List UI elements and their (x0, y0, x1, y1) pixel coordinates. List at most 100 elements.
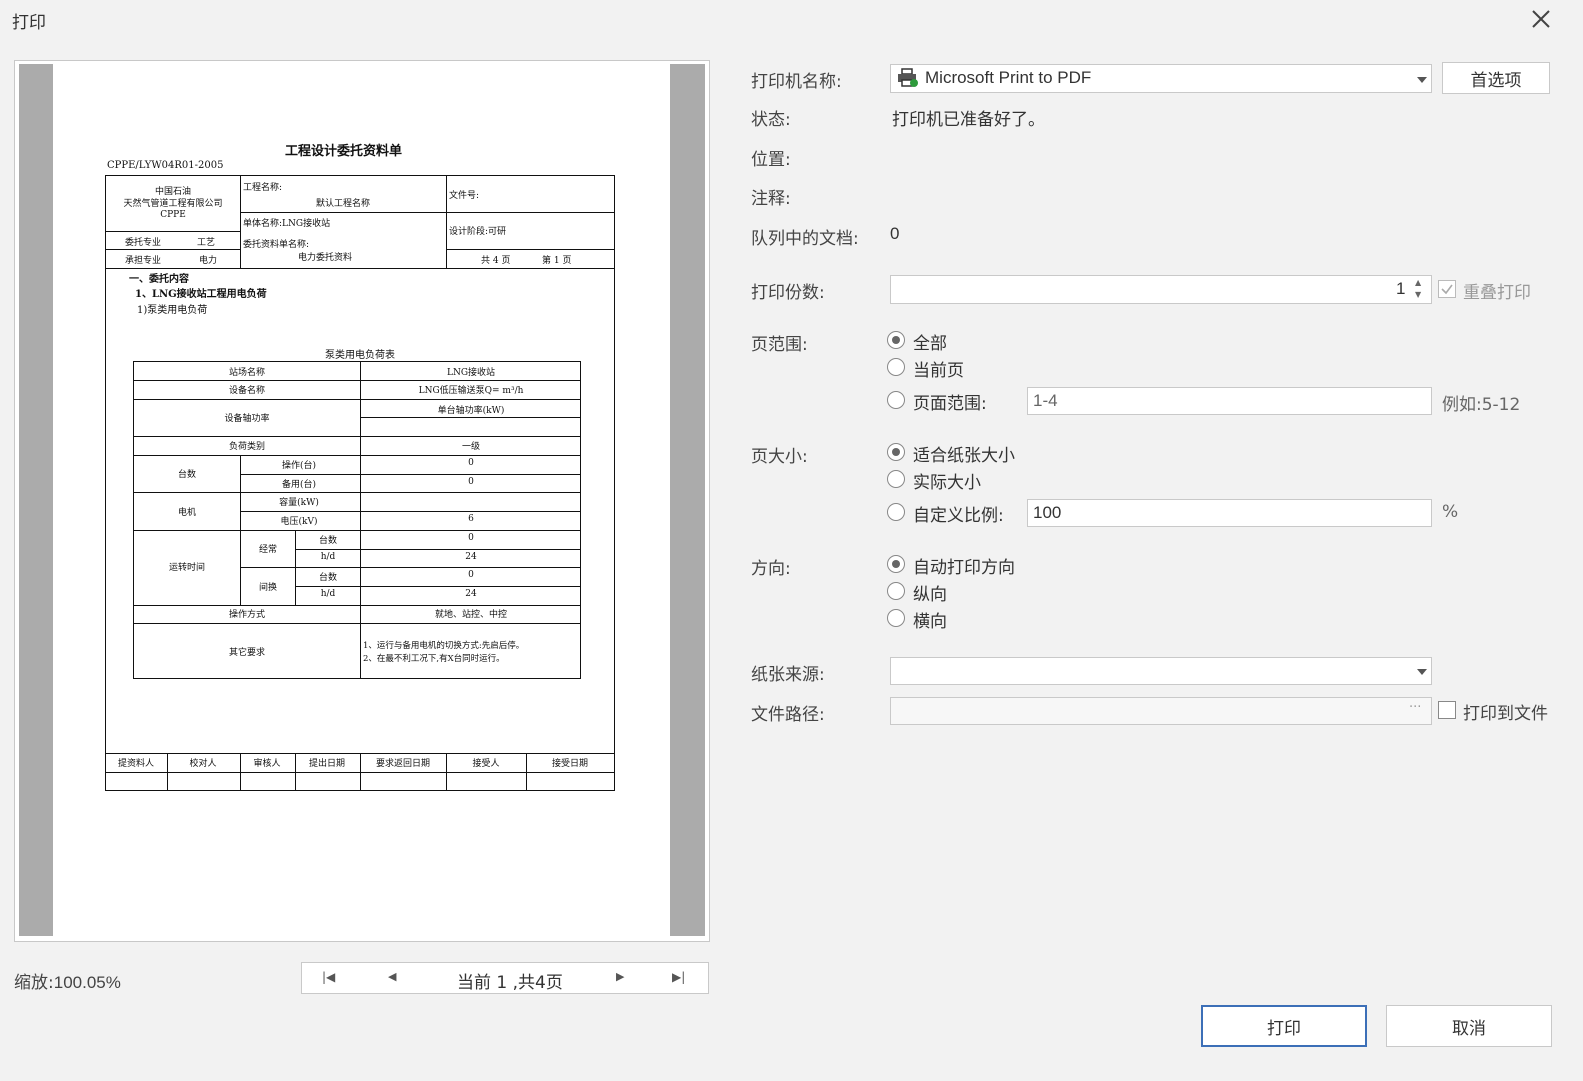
radio-fit-label: 适合纸张大小 (913, 446, 1015, 466)
comment-label: 注释: (751, 189, 791, 209)
file-path-input[interactable]: ··· (890, 697, 1432, 725)
radio-range[interactable] (887, 391, 905, 409)
doc-title: 工程设计委托资料单 (285, 144, 403, 159)
doc-sec1: 一、委托内容 (129, 274, 189, 285)
paper-source-select[interactable] (890, 657, 1432, 685)
doc-inter-label: 间换 (258, 583, 278, 593)
doc-table-title: 泵类用电负荷表 (325, 350, 395, 361)
doc-footer-3: 审核人 (253, 759, 281, 769)
doc-shaft: 单台轴功率(kW) (437, 406, 505, 416)
spin-down-icon[interactable]: ▼ (1415, 290, 1421, 299)
doc-spare: 0 (468, 477, 474, 487)
check-icon (1441, 284, 1453, 295)
scale-input[interactable]: 100 (1027, 499, 1432, 527)
radio-fit[interactable] (887, 443, 905, 461)
doc-equip: LNG低压输送泵Q= m³/h (418, 386, 524, 396)
preview-page[interactable]: 工程设计委托资料单 CPPE/LYW04R01-2005 中国石油 天然气管道工… (53, 64, 670, 936)
printer-icon (898, 68, 918, 87)
scale-value: 100 (1033, 503, 1062, 522)
radio-custom[interactable] (887, 503, 905, 521)
page-range-example: 例如:5-12 (1442, 395, 1521, 415)
preferences-button[interactable]: 首选项 (1442, 62, 1550, 94)
doc-opmode-label: 操作方式 (228, 610, 266, 620)
doc-op: 0 (468, 458, 474, 468)
radio-portrait[interactable] (887, 582, 905, 600)
print-to-file-label: 打印到文件 (1463, 704, 1548, 724)
zoom-label: 缩放:100.05% (14, 973, 121, 993)
page-indicator: 当前 1 ,共4页 (457, 973, 563, 993)
doc-count-label: 台数 (177, 470, 197, 480)
printer-select[interactable]: Microsoft Print to PDF (890, 64, 1432, 93)
doc-motor-label: 电机 (177, 508, 197, 518)
doc-op-label: 操作(台) (281, 461, 317, 471)
percent-label: % (1442, 502, 1459, 522)
radio-auto-orientation[interactable] (887, 555, 905, 573)
copies-value: 1 (1396, 279, 1406, 298)
page-size-label: 页大小: (751, 447, 808, 467)
doc-receive-label: 承担专业 (125, 256, 162, 266)
last-page-icon[interactable]: ▶| (672, 970, 685, 984)
radio-current[interactable] (887, 358, 905, 376)
zoom-value: 100.05% (53, 973, 121, 992)
doc-org3: CPPE (160, 210, 186, 220)
queue-label: 队列中的文档: (751, 229, 859, 249)
radio-range-label: 页面范围: (913, 394, 987, 414)
printer-name: Microsoft Print to PDF (925, 68, 1092, 87)
doc-cont-label: 经常 (258, 545, 278, 555)
radio-all-label: 全部 (913, 334, 947, 354)
radio-all[interactable] (887, 331, 905, 349)
doc-unit: 单体名称:LNG接收站 (243, 219, 331, 229)
first-page-icon[interactable]: |◀ (322, 970, 335, 984)
copies-label: 打印份数: (751, 283, 825, 303)
doc-footer-6: 接受人 (472, 759, 500, 769)
status-label: 状态: (751, 110, 791, 130)
prev-page-icon[interactable]: ◀ (388, 970, 396, 983)
radio-current-label: 当前页 (913, 361, 964, 381)
radio-portrait-label: 纵向 (913, 585, 947, 605)
chevron-down-icon[interactable] (1417, 669, 1427, 675)
doc-stage: 设计阶段:可研 (449, 227, 507, 237)
orientation-label: 方向: (751, 559, 791, 579)
status-value: 打印机已准备好了。 (892, 110, 1045, 130)
page-range-label: 页范围: (751, 335, 808, 355)
doc-form-label: 委托资料单名称: (243, 240, 310, 250)
page-navigator: |◀ ◀ 当前 1 ,共4页 ▶ ▶| (301, 962, 709, 994)
printer-name-label: 打印机名称: (751, 72, 842, 92)
browse-icon[interactable]: ··· (1409, 700, 1421, 715)
spin-up-icon[interactable]: ▲ (1415, 278, 1421, 287)
doc-c-hd-label: h/d (320, 552, 336, 562)
radio-landscape[interactable] (887, 609, 905, 627)
doc-shaft-label: 设备轴功率 (224, 414, 270, 424)
next-page-icon[interactable]: ▶ (616, 970, 624, 983)
doc-footer-4: 提出日期 (308, 759, 346, 769)
doc-pages-total: 共 4 页 (481, 256, 511, 266)
doc-load-label: 负荷类别 (228, 442, 266, 452)
doc-i-count-label: 台数 (318, 573, 338, 583)
chevron-down-icon[interactable] (1417, 77, 1427, 83)
doc-sec3: 1)泵类用电负荷 (137, 305, 208, 316)
print-to-file-checkbox[interactable] (1438, 701, 1456, 719)
doc-station: LNG接收站 (446, 368, 496, 378)
doc-footer-5: 要求返回日期 (375, 759, 431, 769)
doc-receive: 电力 (199, 256, 218, 266)
doc-other1: 1、运行与备用电机的切换方式:先启后停。 (363, 641, 525, 651)
close-icon[interactable] (1528, 6, 1554, 32)
page-range-value: 1-4 (1033, 391, 1058, 410)
doc-spare-label: 备用(台) (281, 480, 317, 490)
doc-form-name: 电力委托资料 (297, 253, 353, 263)
copies-stepper[interactable]: 1 ▲ ▼ (890, 275, 1432, 304)
doc-other-label: 其它要求 (228, 648, 266, 658)
doc-project-label: 工程名称: (243, 183, 283, 193)
doc-org2: 天然气管道工程有限公司 (123, 199, 223, 209)
page-range-input[interactable]: 1-4 (1027, 387, 1432, 415)
queue-value: 0 (890, 224, 900, 243)
doc-pages-current: 第 1 页 (542, 256, 572, 266)
doc-i-hd: 24 (465, 589, 477, 599)
print-button[interactable]: 打印 (1201, 1005, 1367, 1047)
cancel-button[interactable]: 取消 (1386, 1005, 1552, 1047)
doc-i-hd-label: h/d (320, 589, 336, 599)
radio-landscape-label: 横向 (913, 612, 947, 632)
collate-checkbox[interactable] (1438, 280, 1456, 298)
radio-actual[interactable] (887, 470, 905, 488)
doc-file-no: 文件号: (449, 191, 480, 201)
